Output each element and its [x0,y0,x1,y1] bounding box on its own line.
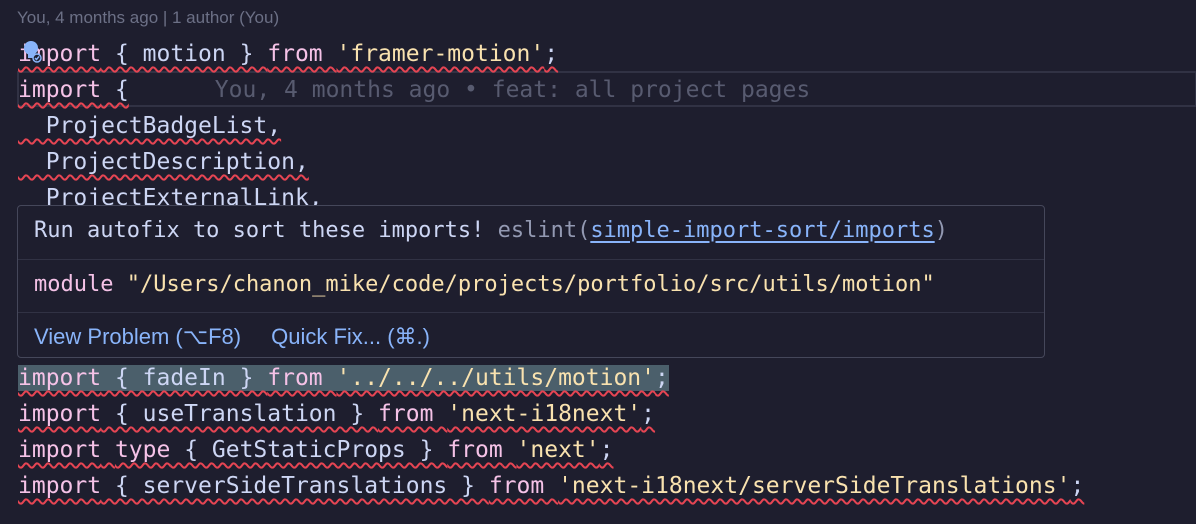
view-problem-button[interactable]: View Problem (⌥F8) [34,324,241,349]
code-line-7[interactable]: import { useTranslation } from 'next-i18… [18,396,655,432]
hover-divider [18,259,1044,260]
code-line-2[interactable]: import {You, 4 months ago • feat: all pr… [18,72,810,108]
hover-module-info: module "/Users/chanon_mike/code/projects… [34,272,935,297]
code-line-1[interactable]: import { motion } from 'framer-motion'; [18,36,558,72]
code-line-4[interactable]: ProjectDescription, [18,144,309,180]
hover-actions: View Problem (⌥F8) Quick Fix... (⌘.) [34,324,460,350]
problem-hover-widget: Run autofix to sort these imports! eslin… [17,205,1045,358]
hover-divider [18,312,1044,313]
lightbulb-icon[interactable] [20,39,44,63]
eslint-rule-link[interactable]: simple-import-sort/imports [590,218,934,243]
code-line-3[interactable]: ProjectBadgeList, [18,108,281,144]
quick-fix-button[interactable]: Quick Fix... (⌘.) [271,324,430,349]
code-line-8[interactable]: import type { GetStaticProps } from 'nex… [18,432,614,468]
hover-message: Run autofix to sort these imports! eslin… [34,218,948,243]
code-line-9[interactable]: import { serverSideTranslations } from '… [18,468,1084,504]
git-blame-inline: You, 4 months ago • feat: all project pa… [214,77,811,103]
codelens-author-info[interactable]: You, 4 months ago | 1 author (You) [17,8,279,28]
selection-highlight: import { fadeIn } from '../../../utils/m… [18,365,669,391]
code-line-6[interactable]: import { fadeIn } from '../../../utils/m… [18,360,669,396]
